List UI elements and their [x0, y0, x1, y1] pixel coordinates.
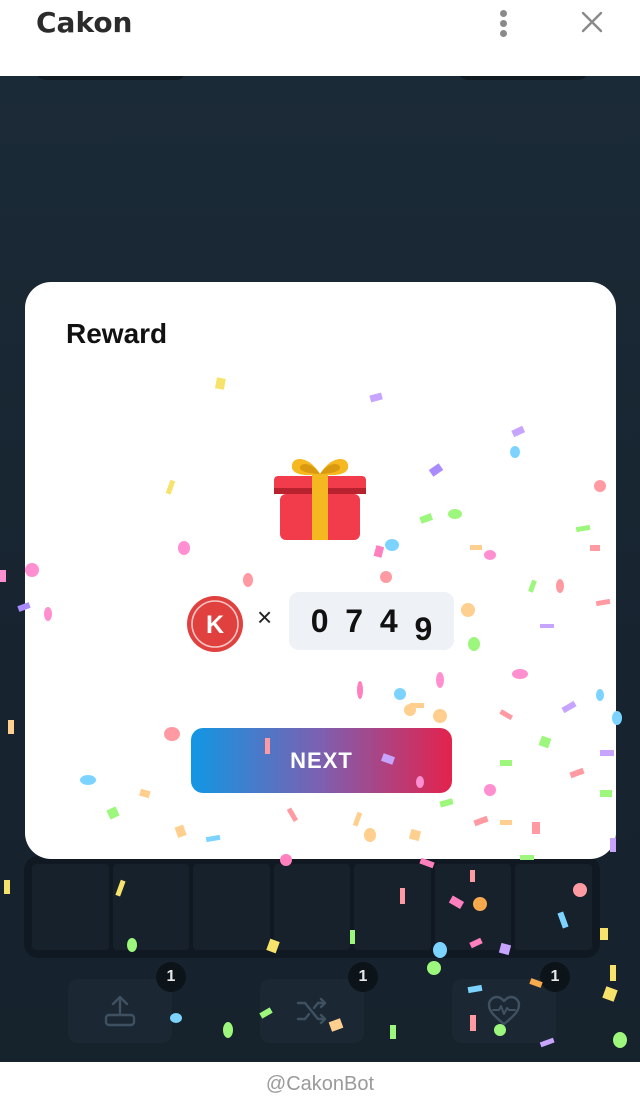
- app-title: Cakon: [36, 6, 133, 39]
- multiply-sign: ×: [257, 602, 273, 632]
- counter-digit: 4: [379, 602, 398, 639]
- tool-heart-button[interactable]: [452, 979, 556, 1043]
- more-menu-button[interactable]: [490, 6, 518, 40]
- counter-digit: 9: [414, 610, 433, 647]
- grid-slot[interactable]: [515, 864, 592, 950]
- tool-badge: 1: [540, 962, 570, 992]
- app-header: Cakon: [0, 0, 640, 76]
- app-page: Cakon 1 1 1 Reward K × 0 7 4 9 NEXT @Cak…: [0, 0, 640, 1107]
- grid-slot[interactable]: [32, 864, 109, 950]
- reward-modal: Reward K × 0 7 4 9 NEXT: [25, 282, 616, 859]
- tool-badge: 1: [348, 962, 378, 992]
- reward-amount-row: K × 0 7 4 9: [185, 592, 465, 652]
- upload-icon: [104, 995, 136, 1027]
- close-icon: [581, 11, 603, 33]
- tool-upload-button[interactable]: [68, 979, 172, 1043]
- shuffle-icon: [296, 997, 327, 1025]
- grid-slot[interactable]: [434, 864, 512, 950]
- tool-shuffle-button[interactable]: [260, 979, 364, 1043]
- grid-slot[interactable]: [354, 864, 431, 950]
- grid-slot[interactable]: [112, 864, 190, 950]
- tile-grid: [24, 856, 600, 958]
- grid-slot[interactable]: [193, 864, 270, 950]
- modal-title: Reward: [66, 318, 168, 349]
- menu-dot: [500, 20, 507, 27]
- app-footer: @CakonBot: [0, 1062, 640, 1107]
- counter-digit: 7: [345, 602, 364, 639]
- bot-handle[interactable]: @CakonBot: [266, 1073, 374, 1096]
- reward-counter: 0 7 4 9: [289, 592, 454, 650]
- gift-icon: [274, 458, 366, 540]
- counter-digit: 0: [310, 602, 329, 639]
- close-button[interactable]: [578, 8, 606, 36]
- next-button[interactable]: NEXT: [191, 728, 452, 793]
- menu-dot: [500, 10, 507, 17]
- top-tab-right: [458, 76, 588, 80]
- heart-pulse-icon: [487, 995, 521, 1026]
- menu-dot: [500, 30, 507, 37]
- tool-badge: 1: [156, 962, 186, 992]
- k-coin-icon: K: [187, 596, 243, 652]
- top-tab-left: [36, 76, 186, 80]
- grid-slot[interactable]: [273, 864, 351, 950]
- coin-letter: K: [206, 611, 224, 639]
